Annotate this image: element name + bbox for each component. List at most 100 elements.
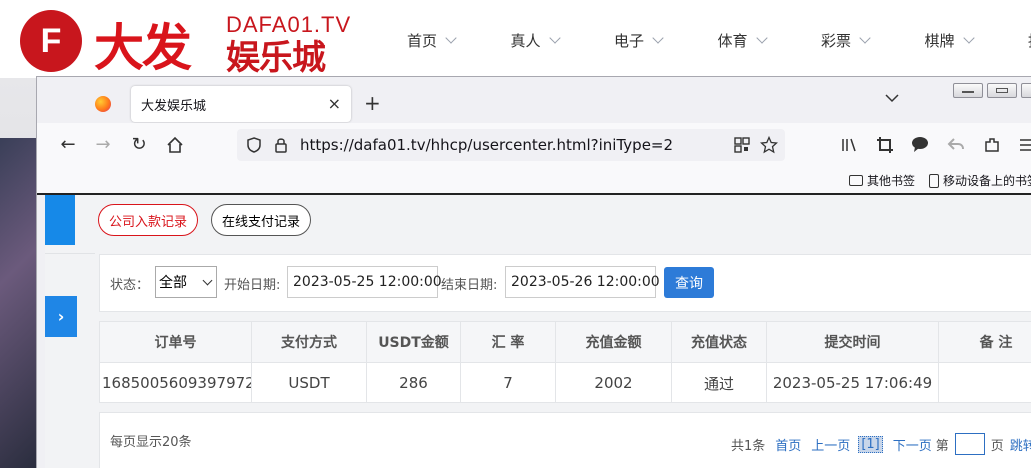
extensions-icon[interactable] <box>982 135 1002 155</box>
nav-item-sports[interactable]: 体育 <box>718 30 822 51</box>
qr-code-icon[interactable] <box>733 136 751 154</box>
page-content: › 公司入款记录 在线支付记录 状态： 全部 开始日期: 2023-05-25 … <box>45 195 1031 468</box>
nav-toolbar: ← → ↻ https://dafa01.tv/hhcp/usercenter.… <box>37 123 1031 167</box>
url-text[interactable]: https://dafa01.tv/hhcp/usercenter.html?i… <box>300 136 673 154</box>
nav-item-label: 真人 <box>510 32 541 50</box>
exchange-rate-cell: 7 <box>461 363 556 403</box>
chevron-down-icon <box>445 32 457 44</box>
nav-item-label: 彩票 <box>821 32 852 50</box>
start-date-input[interactable]: 2023-05-25 12:00:00 <box>287 266 442 298</box>
column-header: 支付方式 <box>252 322 367 362</box>
end-date-label: 结束日期: <box>441 278 498 293</box>
bookmark-mobile[interactable]: 移动设备上的书签 <box>929 172 1031 189</box>
nav-item-slots[interactable]: 电子 <box>614 30 718 51</box>
star-icon[interactable] <box>760 136 778 154</box>
filter-panel: 状态： 全部 开始日期: 2023-05-25 12:00:00 结束日期: 2… <box>99 254 1031 312</box>
next-page-link[interactable]: 下一页 <box>893 435 932 454</box>
tab-company-deposits[interactable]: 公司入款记录 <box>98 204 199 236</box>
sidebar-top-block <box>45 195 75 245</box>
minimize-button[interactable] <box>953 83 983 98</box>
order-number-cell: 1685005609397972 <box>100 363 252 403</box>
nav-item-lottery[interactable]: 彩票 <box>821 30 925 51</box>
firefox-icon[interactable] <box>95 96 111 112</box>
site-header: F 大发 DAFA01.TV 娱乐城 首页 真人 电子 体育 彩票 棋牌 捕 <box>0 0 1031 78</box>
site-logo[interactable]: F 大发 DAFA01.TV 娱乐城 <box>20 6 350 78</box>
tab-close-icon[interactable]: × <box>328 94 341 113</box>
records-table: 订单号 支付方式 USDT金额 汇 率 充值金额 充值状态 提交时间 备 注 1… <box>99 321 1031 403</box>
mobile-icon <box>929 173 939 188</box>
lock-icon[interactable] <box>272 136 290 154</box>
status-label: 状态： <box>110 278 150 293</box>
browser-window: 大发娱乐城 × + ← → ↻ https://dafa01.tv/hhcp/u… <box>36 76 1031 468</box>
table-row: 1685005609397972 USDT 286 7 2002 通过 2023… <box>100 363 1031 403</box>
logo-sub-text: 娱乐城 <box>226 38 326 78</box>
logo-brand-text: 大发 <box>94 19 192 77</box>
submit-time-cell: 2023-05-25 17:06:49 <box>767 363 939 403</box>
chevron-down-icon <box>548 32 561 44</box>
bookmark-label: 其他书签 <box>867 174 916 188</box>
browser-tab[interactable]: 大发娱乐城 × <box>131 86 351 122</box>
chevron-down-icon <box>962 32 975 44</box>
chevron-down-icon <box>652 32 664 44</box>
prev-page-link[interactable]: 上一页 <box>811 435 850 454</box>
folder-icon <box>849 175 863 186</box>
reload-icon[interactable]: ↻ <box>129 135 149 155</box>
nav-item-label: 电子 <box>614 32 645 50</box>
first-page-link[interactable]: 首页 <box>775 435 801 454</box>
library-icon[interactable] <box>839 135 859 155</box>
remark-cell <box>939 363 1031 403</box>
deposit-amount-cell: 2002 <box>556 363 672 403</box>
column-header: 备 注 <box>979 335 1013 351</box>
chevron-down-icon <box>755 32 768 44</box>
tab-online-payments[interactable]: 在线支付记录 <box>211 204 312 236</box>
nav-item-live[interactable]: 真人 <box>511 30 615 51</box>
column-header: 提交时间 <box>767 322 939 362</box>
background-strip <box>0 78 36 468</box>
crop-icon[interactable] <box>875 135 895 155</box>
new-tab-button[interactable]: + <box>364 91 381 115</box>
back-arrow-icon[interactable]: ← <box>58 135 78 155</box>
menu-icon[interactable] <box>1017 135 1031 155</box>
chat-icon[interactable] <box>910 135 930 155</box>
payment-method-cell: USDT <box>252 363 367 403</box>
divider <box>45 253 95 254</box>
restore-button[interactable] <box>987 83 1017 98</box>
forward-arrow-icon[interactable]: → <box>93 135 113 155</box>
bookmarks-bar: 其他书签 移动设备上的书签 <box>37 167 1031 195</box>
column-header: 汇 率 <box>461 322 556 362</box>
jump-button[interactable]: 跳转 <box>1010 435 1031 454</box>
pagination: 每页显示20条 共1条 首页 上一页 [1] 下一页 第 页 跳转 <box>99 412 1031 468</box>
site-nav: 首页 真人 电子 体育 彩票 棋牌 捕 <box>407 30 1031 51</box>
goto-suffix: 页 <box>990 438 1004 454</box>
nav-item-label: 棋牌 <box>924 32 955 50</box>
chevron-down-icon <box>859 32 871 44</box>
bookmark-other[interactable]: 其他书签 <box>849 172 915 189</box>
logo-mark-icon: F <box>20 10 82 72</box>
close-window-button[interactable] <box>1021 83 1031 98</box>
sidebar-expand-button[interactable]: › <box>45 296 77 337</box>
column-header: 充值状态 <box>672 322 767 362</box>
pager-controls: 共1条 首页 上一页 [1] 下一页 第 页 跳转 <box>731 433 1031 455</box>
shield-icon[interactable] <box>245 136 263 154</box>
goto-prefix: 第 <box>935 438 949 454</box>
undo-icon[interactable] <box>946 135 966 155</box>
nav-item-home[interactable]: 首页 <box>407 30 511 51</box>
column-header: 充值金额 <box>556 322 672 362</box>
column-header: USDT金额 <box>367 322 461 362</box>
end-date-input[interactable]: 2023-05-26 12:00:00 <box>505 266 660 298</box>
table-header: 订单号 支付方式 USDT金额 汇 率 充值金额 充值状态 提交时间 备 注 <box>100 322 1031 363</box>
home-icon[interactable] <box>165 135 185 155</box>
usdt-amount-cell: 286 <box>367 363 461 403</box>
nav-item-chess[interactable]: 棋牌 <box>925 30 1029 51</box>
url-bar[interactable]: https://dafa01.tv/hhcp/usercenter.html?i… <box>237 129 785 161</box>
current-page[interactable]: [1] <box>858 435 883 453</box>
nav-item-label: 体育 <box>717 32 748 50</box>
status-select[interactable]: 全部 <box>155 266 217 298</box>
chevron-down-icon[interactable] <box>885 91 899 105</box>
page-number-input[interactable] <box>954 433 985 455</box>
status-select-value: 全部 <box>159 275 187 291</box>
start-date-label: 开始日期: <box>224 278 281 293</box>
per-page-text: 每页显示20条 <box>110 435 192 450</box>
background-image <box>0 138 36 468</box>
query-button[interactable]: 查询 <box>664 267 714 298</box>
